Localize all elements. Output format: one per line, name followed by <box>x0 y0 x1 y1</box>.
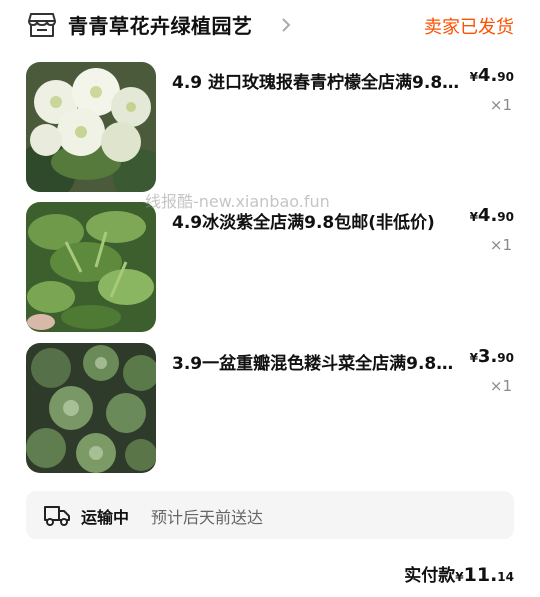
item-title[interactable]: 4.9 进口玫瑰报春青柠檬全店满9.8包邮 <box>172 68 462 93</box>
logistics-bar[interactable]: 运输中 预计后天前送达 <box>26 491 514 539</box>
item-price: ¥3.90 <box>469 346 514 367</box>
delivery-estimate: 预计后天前送达 <box>151 508 264 527</box>
item-quantity: ×1 <box>489 96 512 114</box>
truck-icon <box>44 506 70 526</box>
order-item[interactable]: 4.9冰淡紫全店满9.8包邮(非低价) ¥4.90 ×1 <box>0 202 540 334</box>
product-image[interactable] <box>26 62 156 192</box>
store-name[interactable]: 青青草花卉绿植园艺 <box>68 10 253 39</box>
order-item[interactable]: 3.9一盆重瓣混色耧斗菜全店满9.8包邮 ¥3.90 ×1 <box>0 343 540 475</box>
chevron-right-icon <box>282 18 291 32</box>
store-header[interactable]: 青青草花卉绿植园艺 卖家已发货 <box>0 0 540 52</box>
item-quantity: ×1 <box>489 236 512 254</box>
product-image[interactable] <box>26 343 156 473</box>
watermark: 线报酷-new.xianbao.fun <box>145 192 330 211</box>
item-title[interactable]: 3.9一盆重瓣混色耧斗菜全店满9.8包邮 <box>172 349 462 374</box>
total-label: 实付款 <box>404 566 456 586</box>
store-icon <box>28 13 56 37</box>
item-price: ¥4.90 <box>469 65 514 86</box>
item-quantity: ×1 <box>489 377 512 395</box>
order-item[interactable]: 4.9 进口玫瑰报春青柠檬全店满9.8包邮 ¥4.90 ×1 <box>0 62 540 194</box>
logistics-status: 运输中 <box>81 508 130 527</box>
item-price: ¥4.90 <box>469 205 514 226</box>
product-image[interactable] <box>26 202 156 332</box>
order-status: 卖家已发货 <box>424 17 514 38</box>
total-paid: 实付款¥11.14 <box>404 564 514 586</box>
